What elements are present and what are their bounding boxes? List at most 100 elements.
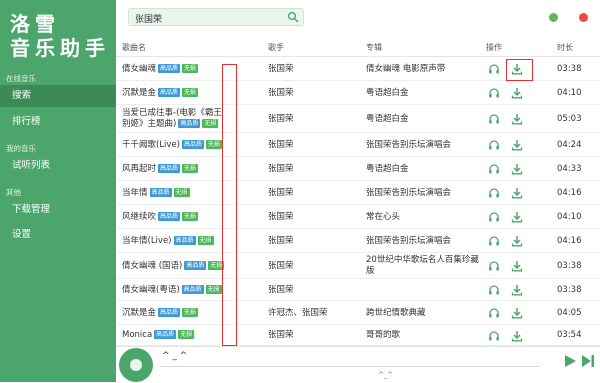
table-row[interactable]: 千千阙歌(Live) 高品质 无损 张国荣 张国荣告别乐坛演唱会 04:24: [116, 133, 600, 157]
download-icon[interactable]: [511, 307, 523, 319]
col-header-duration: 时长: [557, 43, 573, 52]
song-title-text: 沉默是金: [122, 87, 157, 98]
song-title-text: 风再起时: [122, 163, 157, 174]
headphones-icon[interactable]: [488, 113, 500, 125]
song-title: 沉默是金 高品质 无损: [122, 307, 262, 319]
now-playing-status: ^_^: [378, 371, 394, 379]
song-artist: 张国荣: [268, 63, 294, 74]
song-album: 张国荣告别乐坛演唱会: [366, 235, 452, 246]
table-row[interactable]: 当年情 高品质 无损 张国荣 张国荣告别乐坛演唱会 04:16: [116, 181, 600, 205]
song-title: 倩女幽魂(粤语) 高品质 无损: [122, 284, 262, 296]
song-title-text: Monica: [122, 330, 153, 340]
song-album: 张国荣告别乐坛演唱会: [366, 187, 452, 198]
song-duration: 04:24: [557, 139, 582, 150]
headphones-icon[interactable]: [488, 87, 500, 99]
headphones-icon[interactable]: [488, 307, 500, 319]
sidebar-item-search[interactable]: 搜索: [0, 85, 116, 107]
play-icon[interactable]: [563, 354, 577, 368]
search-value: 张国荣: [135, 15, 163, 25]
download-icon[interactable]: [511, 163, 523, 175]
song-title: 千千阙歌(Live) 高品质 无损: [122, 139, 262, 151]
sidebar-item-listen-list[interactable]: 试听列表: [0, 155, 116, 177]
song-duration: 03:38: [557, 63, 582, 74]
table-row[interactable]: 沉默是金 高品质 无损 许冠杰、张国荣 跨世纪情歌典藏 04:05: [116, 301, 600, 325]
song-album: 粤语超白金: [366, 113, 409, 124]
next-icon[interactable]: [581, 354, 595, 368]
song-title: 当年情 高品质 无损: [122, 187, 262, 199]
song-artist: 张国荣: [268, 163, 294, 174]
quality-badge-lossless: 无损: [178, 330, 195, 339]
sidebar-item-downloads[interactable]: 下载管理: [0, 199, 116, 221]
song-artist: 张国荣: [268, 260, 294, 271]
quality-badge-lossless: 无损: [182, 63, 199, 73]
song-duration: 04:16: [557, 235, 582, 246]
download-icon[interactable]: [511, 211, 523, 223]
minimize-button[interactable]: [549, 13, 558, 22]
headphones-icon[interactable]: [488, 235, 500, 247]
table-row[interactable]: 当年情(Live) 高品质 无损 张国荣 张国荣告别乐坛演唱会 04:16: [116, 229, 600, 253]
song-album: 粤语超白金: [366, 163, 409, 174]
download-icon[interactable]: [511, 63, 523, 75]
song-duration: 04:33: [557, 163, 582, 174]
song-duration: 04:10: [557, 211, 582, 222]
download-icon[interactable]: [511, 139, 523, 151]
table-row[interactable]: 风再起时 高品质 无损 张国荣 粤语超白金 04:33: [116, 157, 600, 181]
table-row[interactable]: 倩女幽魂 高品质 无损 张国荣 倩女幽魂 电影原声带 03:38: [116, 57, 600, 81]
quality-badge-lossless: 无损: [205, 284, 222, 294]
headphones-icon[interactable]: [488, 63, 500, 75]
search-icon[interactable]: [287, 11, 299, 23]
sidebar-section-my-music: 我的音乐: [6, 144, 36, 153]
sidebar-section-online: 在线音乐: [6, 74, 36, 83]
table-row[interactable]: 沉默是金 高品质 无损 张国荣 粤语超白金 04:10: [116, 81, 600, 105]
search-input[interactable]: 张国荣: [128, 8, 304, 26]
table-row[interactable]: 风继续吹 高品质 无损 张国荣 常在心头 04:10: [116, 205, 600, 229]
headphones-icon[interactable]: [488, 187, 500, 199]
download-icon[interactable]: [511, 87, 523, 99]
headphones-icon[interactable]: [488, 139, 500, 151]
download-icon[interactable]: [511, 284, 523, 296]
song-album: 跨世纪情歌典藏: [366, 307, 426, 318]
song-title: 风继续吹 高品质 无损: [122, 211, 262, 223]
progress-bar[interactable]: [160, 366, 540, 367]
album-disc[interactable]: [119, 348, 153, 382]
sidebar-item-settings[interactable]: 设置: [0, 224, 116, 246]
download-icon[interactable]: [511, 235, 523, 247]
quality-badge-lossless: 无损: [208, 260, 225, 270]
song-album: 倩女幽魂 电影原声带: [366, 63, 446, 74]
table-row[interactable]: Monica 高品质 无损 张国荣 哥哥的歌 03:54: [116, 325, 600, 346]
sidebar-section-other: 其他: [6, 188, 21, 197]
song-album: 常在心头: [366, 211, 401, 222]
now-playing-title: ^ _ ^: [162, 351, 188, 361]
close-button[interactable]: [579, 13, 588, 22]
song-artist: 张国荣: [268, 211, 294, 222]
song-album: 20世纪中华歌坛名人百集珍藏版: [366, 255, 479, 276]
col-header-title: 歌曲名: [122, 43, 146, 52]
quality-badge-hq: 高品质: [158, 307, 181, 317]
quality-badge-lossless: 无损: [182, 211, 199, 221]
song-title: 沉默是金 高品质 无损: [122, 87, 262, 99]
logo-line-2: 音乐助手: [10, 36, 110, 60]
table-row[interactable]: 当爱已成往事-(电影《霸王别姬》主题曲) 高品质 无损 张国荣 粤语超白金 05:03: [116, 105, 600, 133]
table-row[interactable]: 倩女幽魂 (国语) 高品质 无损 张国荣 20世纪中华歌坛名人百集珍藏版 03:38: [116, 253, 600, 279]
download-icon[interactable]: [511, 330, 523, 342]
headphones-icon[interactable]: [488, 284, 500, 296]
song-artist: 张国荣: [268, 235, 294, 246]
download-icon[interactable]: [511, 113, 523, 125]
song-artist: 张国荣: [268, 187, 294, 198]
download-icon[interactable]: [511, 260, 523, 272]
table-row[interactable]: 倩女幽魂(粤语) 高品质 无损 张国荣 03:38: [116, 279, 600, 301]
headphones-icon[interactable]: [488, 163, 500, 175]
headphones-icon[interactable]: [488, 211, 500, 223]
sidebar-item-charts[interactable]: 排行榜: [0, 111, 116, 133]
top-bar: 张国荣: [116, 0, 600, 34]
song-title: 风再起时 高品质 无损: [122, 163, 262, 175]
headphones-icon[interactable]: [488, 260, 500, 272]
quality-badge-hq: 高品质: [158, 211, 181, 221]
song-title-text: 当年情: [122, 187, 148, 198]
headphones-icon[interactable]: [488, 330, 500, 342]
song-artist: 张国荣: [268, 284, 294, 295]
download-icon[interactable]: [511, 187, 523, 199]
quality-badge-hq: 高品质: [149, 187, 172, 197]
song-duration: 05:03: [557, 113, 582, 124]
quality-badge-lossless: 无损: [182, 307, 199, 317]
